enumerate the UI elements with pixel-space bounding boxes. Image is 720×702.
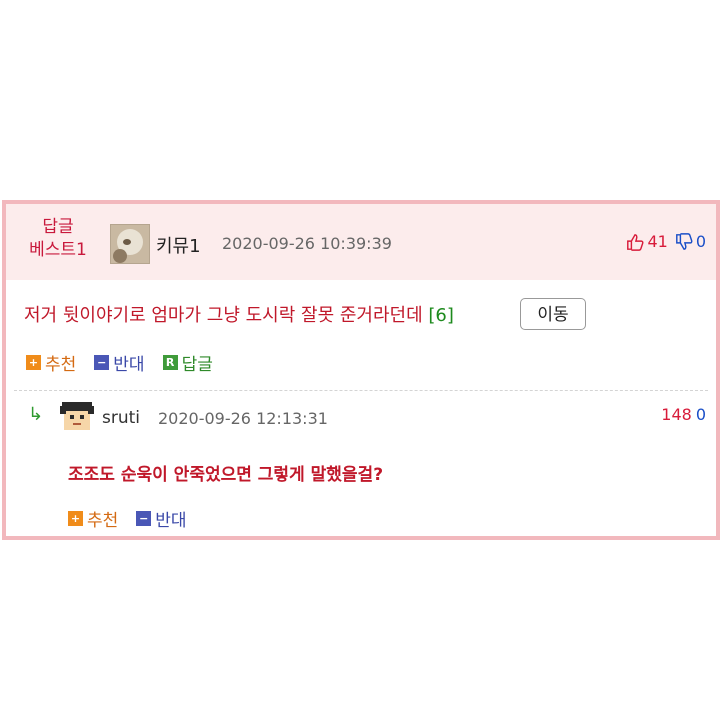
reply-author[interactable]: sruti: [102, 408, 140, 428]
minus-icon: −: [136, 511, 152, 526]
comment-actions: + 추천 − 반대 R 답글: [26, 350, 231, 375]
reply-text: 조조도 순욱이 안죽었으면 그렇게 말했을걸?: [68, 465, 384, 485]
comment-text: 저거 뒷이야기로 엄마가 그냥 도시락 잘못 준거라던데 [6]: [24, 301, 454, 327]
dislike-count: 0: [695, 232, 706, 251]
reply-arrow-icon: ↳: [28, 404, 44, 425]
reply-recommend-button[interactable]: + 추천: [68, 506, 118, 531]
reply-label: 답글: [181, 355, 213, 375]
comment-body: 저거 뒷이야기로 엄마가 그냥 도시락 잘못 준거라던데: [24, 305, 423, 326]
move-button[interactable]: 이동: [520, 298, 586, 330]
plus-icon: +: [68, 511, 83, 526]
reply-button[interactable]: R 답글: [162, 350, 213, 375]
plus-icon: +: [26, 355, 41, 370]
best-reply-badge: 답글 베스트1: [22, 216, 94, 262]
best-reply-box: 답글 베스트1 키뮤1 2020-09-26 10:39:39 41 0 저거 …: [2, 200, 720, 540]
reply-vote-counts: 148 0: [661, 405, 706, 424]
thumbs-up-icon[interactable]: [626, 233, 644, 251]
reply-like-count: 148: [661, 405, 692, 424]
avatar[interactable]: [110, 224, 150, 264]
best-badge-line1: 답글: [42, 217, 74, 237]
oppose-button[interactable]: − 반대: [94, 350, 145, 375]
minus-icon: −: [94, 355, 110, 370]
recommend-button[interactable]: + 추천: [26, 350, 76, 375]
reply-actions: + 추천 − 반대: [68, 506, 205, 531]
reply-icon: R: [162, 355, 178, 370]
reply-dislike-count: 0: [695, 405, 706, 424]
reply-oppose-button[interactable]: − 반대: [136, 506, 187, 531]
oppose-label: 반대: [155, 511, 187, 531]
thumbs-down-icon[interactable]: [675, 232, 693, 251]
best-badge-line2: 베스트1: [29, 240, 87, 260]
recommend-label: 추천: [45, 355, 77, 375]
vote-counts: 41 0: [626, 232, 706, 251]
recommend-label: 추천: [87, 511, 119, 531]
comment-datetime: 2020-09-26 10:39:39: [222, 234, 392, 253]
comment-author[interactable]: 키뮤1: [156, 232, 201, 258]
reply-datetime: 2020-09-26 12:13:31: [158, 409, 328, 428]
comment-header: 답글 베스트1 키뮤1 2020-09-26 10:39:39 41 0: [6, 204, 716, 280]
reply-count[interactable]: [6]: [428, 305, 454, 326]
oppose-label: 반대: [113, 355, 145, 375]
pixel-avatar[interactable]: [58, 400, 96, 432]
like-count: 41: [647, 232, 668, 251]
divider: [14, 390, 708, 391]
